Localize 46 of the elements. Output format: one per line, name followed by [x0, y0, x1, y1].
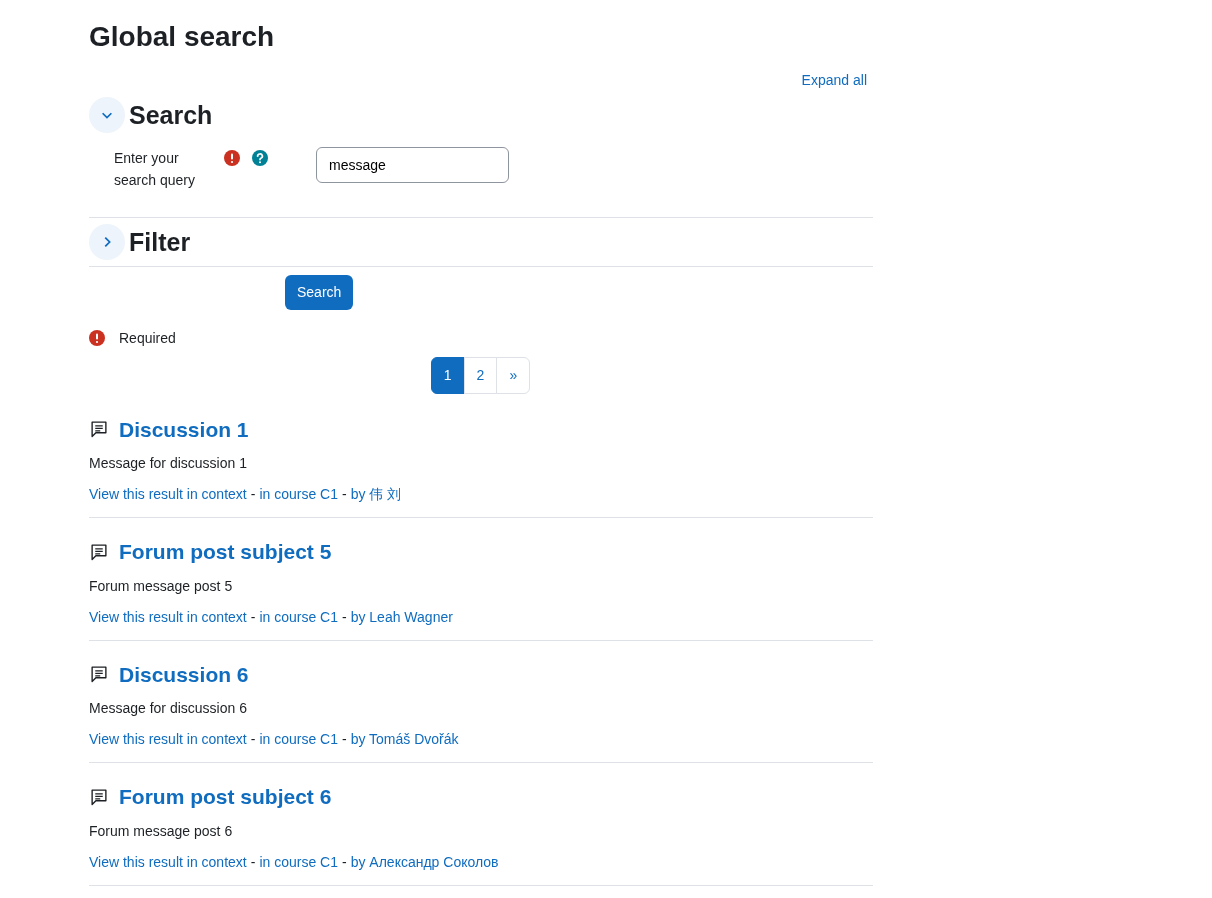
result-title[interactable]: Discussion 6: [119, 658, 249, 691]
separator: -: [250, 853, 256, 870]
result-link[interactable]: by Tomáš Dvořák: [350, 731, 459, 748]
required-icon: [89, 330, 105, 347]
result-snippet: Message for discussion 6: [89, 699, 248, 719]
separator: -: [250, 608, 256, 625]
section-title: Search: [129, 99, 213, 130]
result-title[interactable]: Forum post subject 6: [119, 781, 332, 813]
forum-icon: [89, 786, 109, 807]
expand-all-link[interactable]: Expand all: [801, 71, 867, 88]
page-title: Global search: [89, 20, 276, 54]
result-link[interactable]: View this result in context: [89, 486, 247, 503]
page-link[interactable]: »: [496, 356, 531, 394]
result-snippet: Forum message post 6: [89, 821, 234, 841]
search-field[interactable]: message: [316, 146, 509, 183]
forum-icon: [89, 419, 109, 440]
result-link[interactable]: View this result in context: [89, 731, 247, 748]
forum-icon: [89, 664, 109, 685]
result-link[interactable]: View this result in context: [89, 608, 247, 625]
result-link[interactable]: in course C1: [259, 853, 338, 870]
field-label: Enter your search query: [114, 148, 196, 190]
page-link[interactable]: 1: [430, 356, 465, 394]
separator: -: [342, 608, 347, 625]
forum-icon: [89, 541, 109, 562]
result-title[interactable]: Forum post subject 5: [119, 536, 332, 568]
result-link[interactable]: by Александр Соколов: [350, 853, 499, 870]
result-link[interactable]: in course C1: [259, 486, 338, 503]
result-title[interactable]: Discussion 1: [119, 413, 249, 446]
search-button[interactable]: Search: [285, 274, 354, 310]
section-toggle[interactable]: [89, 96, 125, 133]
page-link[interactable]: 2: [463, 356, 498, 394]
section-title: Filter: [129, 226, 191, 257]
result-link[interactable]: in course C1: [259, 731, 338, 748]
separator: -: [342, 731, 347, 748]
separator: -: [342, 853, 347, 870]
result-link[interactable]: by 伟 刘: [350, 486, 402, 503]
result-snippet: Message for discussion 1: [89, 454, 248, 474]
required-note: Required: [119, 328, 176, 348]
separator: -: [250, 731, 256, 748]
result-link[interactable]: by Leah Wagner: [350, 608, 453, 625]
separator: -: [342, 486, 347, 503]
section-toggle[interactable]: [89, 223, 125, 260]
result-link[interactable]: View this result in context: [89, 853, 247, 870]
result-link[interactable]: in course C1: [259, 608, 338, 625]
result-snippet: Forum message post 5: [89, 576, 234, 596]
separator: -: [250, 486, 256, 503]
